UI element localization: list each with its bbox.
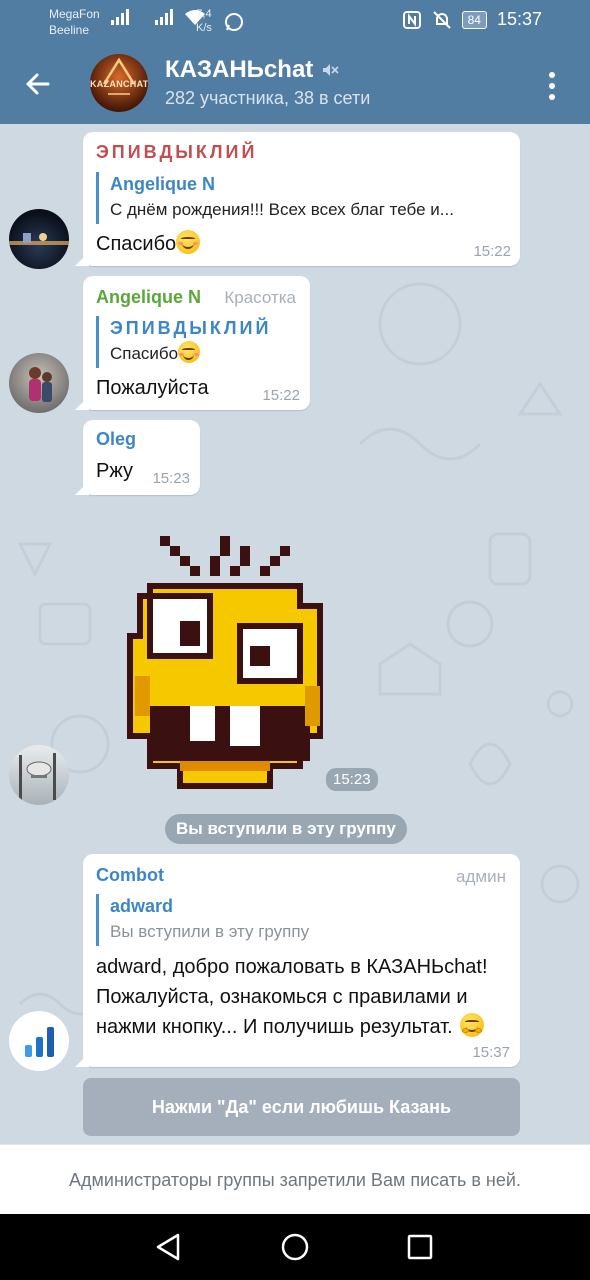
reply-quote[interactable]: ЭПИВДЫКЛИЙ Спасибо <box>96 316 296 368</box>
signal-icons <box>110 8 206 26</box>
avatar[interactable] <box>9 745 69 805</box>
reply-quote[interactable]: Angelique N С днём рождения!!! Всех всех… <box>96 172 508 224</box>
message-bubble[interactable]: Combot админ adward Вы вступили в эту гр… <box>75 854 520 1067</box>
message-time: 15:22 <box>473 243 511 260</box>
signal-icon <box>111 9 129 25</box>
reply-text: Спасибо <box>110 340 296 368</box>
mute-bell-icon <box>432 10 451 29</box>
speed-unit: K/s <box>196 22 212 34</box>
avatar[interactable] <box>9 209 69 269</box>
nav-recents-button[interactable] <box>403 1230 437 1264</box>
message-text-content: Спасибо <box>96 233 177 255</box>
chat-title[interactable]: КАЗАНЬchat <box>165 56 339 84</box>
avatar-photo-icon <box>9 233 69 245</box>
signal-icon <box>155 9 173 25</box>
avatar[interactable] <box>9 1011 69 1071</box>
message-bubble[interactable]: ЭПИВДЫКЛИЙ Angelique N С днём рождения!!… <box>75 132 520 266</box>
message-text-content: adward, добро пожаловать в КАЗАНЬchat! П… <box>96 956 488 1038</box>
message-sender[interactable]: Angelique N <box>96 287 201 308</box>
carrier-names: MegaFon Beeline <box>49 6 100 38</box>
hugging-face-icon <box>460 1013 485 1037</box>
status-right: 84 15:37 <box>402 9 542 30</box>
bee-sticker[interactable] <box>120 536 340 796</box>
message-text: adward, добро пожаловать в КАЗАНЬchat! П… <box>96 952 511 1042</box>
system-nav-bar <box>0 1214 590 1280</box>
avatar[interactable] <box>9 353 69 413</box>
back-button[interactable] <box>18 64 58 104</box>
avatar-photo-icon <box>29 367 52 402</box>
message-text: Пожалуйста <box>96 377 209 399</box>
avatar-photo-icon <box>19 753 56 800</box>
speed-value: 7,4 <box>196 8 212 20</box>
carrier-1: MegaFon <box>49 7 100 21</box>
carrier-2: Beeline <box>49 23 90 37</box>
chat-subtitle: 282 участника, 38 в сети <box>165 88 371 108</box>
sticker-time: 15:23 <box>326 768 378 791</box>
message-sender[interactable]: ЭПИВДЫКЛИЙ <box>96 142 257 163</box>
reply-text-content: Спасибо <box>110 344 179 363</box>
whatsapp-icon <box>225 13 243 31</box>
reply-text: С днём рождения!!! Всех всех благ тебе и… <box>110 200 454 219</box>
message-sender[interactable]: Combot <box>96 865 164 886</box>
message-text: Ржу <box>96 460 133 482</box>
square-recents-icon <box>407 1234 433 1260</box>
more-options-button[interactable] <box>532 68 572 104</box>
reply-author: ЭПИВДЫКЛИЙ <box>110 318 272 338</box>
message-time: 15:37 <box>472 1044 510 1061</box>
combot-chart-icon <box>25 1027 54 1057</box>
status-bar: MegaFon Beeline 7,4 K/s 84 15:37 <box>0 0 590 44</box>
admin-tag: админ <box>456 867 506 886</box>
nfc-icon <box>402 10 421 29</box>
reply-author: adward <box>110 896 174 916</box>
reply-author: Angelique N <box>110 174 216 194</box>
blush-emoji-icon <box>176 230 201 254</box>
blush-emoji-icon <box>178 341 201 363</box>
reply-quote[interactable]: adward Вы вступили в эту группу <box>96 894 506 946</box>
message-bubble[interactable]: Oleg Ржу 15:23 <box>75 420 200 495</box>
battery-indicator: 84 <box>461 10 487 29</box>
status-time: 15:37 <box>496 9 542 29</box>
chat-area[interactable]: ЭПИВДЫКЛИЙ Angelique N С днём рождения!!… <box>0 124 590 1144</box>
circle-home-icon <box>281 1233 309 1261</box>
avatar-logo-text: KAZANCHAT <box>90 79 148 89</box>
nav-back-button[interactable] <box>152 1230 186 1264</box>
more-vertical-icon <box>549 72 555 100</box>
chat-header: KAZANCHAT КАЗАНЬchat 282 участника, 38 в… <box>0 44 590 124</box>
triangle-back-icon <box>156 1233 180 1261</box>
muted-icon <box>323 64 339 76</box>
inline-keyboard-button[interactable]: Нажми "Да" если любишь Казань <box>83 1078 520 1136</box>
message-time: 15:22 <box>262 387 300 404</box>
message-bubble[interactable]: Angelique N Красотка ЭПИВДЫКЛИЙ Спасибо … <box>75 276 310 410</box>
message-sender[interactable]: Oleg <box>96 429 136 450</box>
nav-home-button[interactable] <box>278 1230 312 1264</box>
write-restricted-notice: Администраторы группы запретили Вам писа… <box>0 1144 590 1214</box>
chat-title-text: КАЗАНЬchat <box>165 56 314 83</box>
chat-avatar[interactable]: KAZANCHAT <box>90 54 148 112</box>
network-speed: 7,4 K/s <box>196 7 212 35</box>
back-arrow-icon <box>26 73 50 95</box>
member-title-tag: Красотка <box>224 288 296 307</box>
message-text: Спасибо <box>96 229 201 259</box>
reply-text: Вы вступили в эту группу <box>110 922 310 941</box>
service-message: Вы вступили в эту группу <box>165 814 407 844</box>
message-time: 15:23 <box>152 470 190 487</box>
